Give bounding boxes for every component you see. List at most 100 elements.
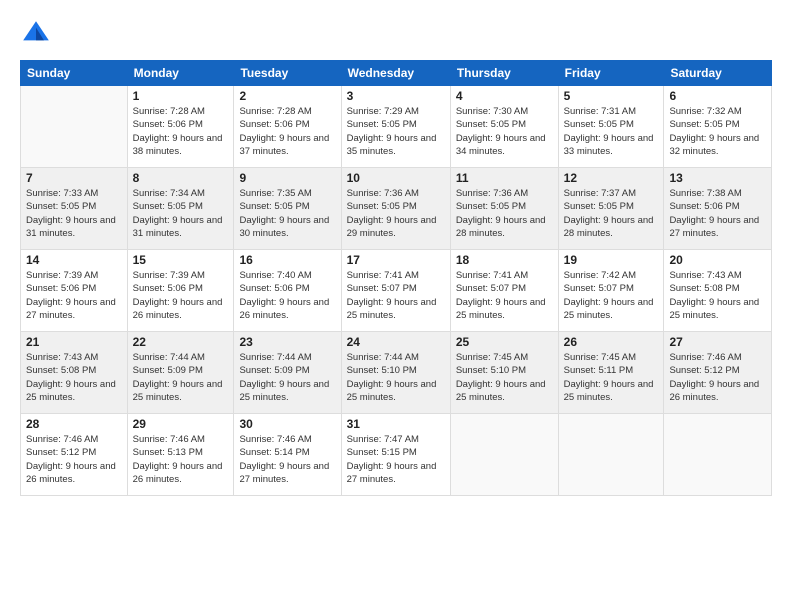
header	[20, 18, 772, 50]
day-number: 28	[26, 417, 122, 431]
day-info: Sunrise: 7:28 AMSunset: 5:06 PMDaylight:…	[239, 105, 335, 158]
calendar-day-cell: 20 Sunrise: 7:43 AMSunset: 5:08 PMDayligh…	[664, 250, 772, 332]
calendar-day-cell: 31 Sunrise: 7:47 AMSunset: 5:15 PMDayligh…	[341, 414, 450, 496]
day-info: Sunrise: 7:39 AMSunset: 5:06 PMDaylight:…	[26, 269, 122, 322]
calendar-day-cell: 18Sunrise: 7:41 AMSunset: 5:07 PMDayligh…	[450, 250, 558, 332]
calendar-day-cell	[664, 414, 772, 496]
day-number: 9	[239, 171, 335, 185]
day-number: 21	[26, 335, 122, 349]
day-info: Sunrise: 7:44 AMSunset: 5:09 PMDaylight:…	[239, 351, 335, 404]
calendar-day-cell: 9 Sunrise: 7:35 AMSunset: 5:05 PMDaylight…	[234, 168, 341, 250]
day-info: Sunrise: 7:42 AMSunset: 5:07 PMDaylight:…	[564, 269, 659, 322]
day-info: Sunrise: 7:43 AMSunset: 5:08 PMDaylight:…	[26, 351, 122, 404]
day-number: 4	[456, 89, 553, 103]
day-info: Sunrise: 7:44 AMSunset: 5:10 PMDaylight:…	[347, 351, 445, 404]
weekday-header-saturday: Saturday	[664, 61, 772, 86]
day-info: Sunrise: 7:35 AMSunset: 5:05 PMDaylight:…	[239, 187, 335, 240]
calendar-day-cell: 17 Sunrise: 7:41 AMSunset: 5:07 PMDayligh…	[341, 250, 450, 332]
calendar-day-cell: 5 Sunrise: 7:31 AMSunset: 5:05 PMDaylight…	[558, 86, 664, 168]
day-info: Sunrise: 7:47 AMSunset: 5:15 PMDaylight:…	[347, 433, 445, 486]
day-number: 20	[669, 253, 766, 267]
day-number: 29	[133, 417, 229, 431]
day-number: 23	[239, 335, 335, 349]
weekday-header-monday: Monday	[127, 61, 234, 86]
day-number: 2	[239, 89, 335, 103]
day-info: Sunrise: 7:36 AMSunset: 5:05 PMDaylight:…	[456, 187, 553, 240]
calendar-week-row: 21 Sunrise: 7:43 AMSunset: 5:08 PMDayligh…	[21, 332, 772, 414]
day-info: Sunrise: 7:28 AMSunset: 5:06 PMDaylight:…	[133, 105, 229, 158]
day-info: Sunrise: 7:36 AMSunset: 5:05 PMDaylight:…	[347, 187, 445, 240]
calendar-day-cell: 15Sunrise: 7:39 AMSunset: 5:06 PMDayligh…	[127, 250, 234, 332]
day-info: Sunrise: 7:45 AMSunset: 5:10 PMDaylight:…	[456, 351, 553, 404]
logo-icon	[20, 18, 52, 50]
day-number: 15	[133, 253, 229, 267]
day-info: Sunrise: 7:46 AMSunset: 5:12 PMDaylight:…	[669, 351, 766, 404]
calendar-day-cell: 29 Sunrise: 7:46 AMSunset: 5:13 PMDayligh…	[127, 414, 234, 496]
day-number: 16	[239, 253, 335, 267]
day-number: 7	[26, 171, 122, 185]
calendar-day-cell: 14 Sunrise: 7:39 AMSunset: 5:06 PMDayligh…	[21, 250, 128, 332]
calendar-table: SundayMondayTuesdayWednesdayThursdayFrid…	[20, 60, 772, 496]
day-info: Sunrise: 7:40 AMSunset: 5:06 PMDaylight:…	[239, 269, 335, 322]
calendar-day-cell: 23 Sunrise: 7:44 AMSunset: 5:09 PMDayligh…	[234, 332, 341, 414]
day-number: 25	[456, 335, 553, 349]
calendar-day-cell: 25 Sunrise: 7:45 AMSunset: 5:10 PMDayligh…	[450, 332, 558, 414]
calendar-day-cell: 13 Sunrise: 7:38 AMSunset: 5:06 PMDayligh…	[664, 168, 772, 250]
calendar-day-cell: 6 Sunrise: 7:32 AMSunset: 5:05 PMDaylight…	[664, 86, 772, 168]
day-number: 3	[347, 89, 445, 103]
day-info: Sunrise: 7:33 AMSunset: 5:05 PMDaylight:…	[26, 187, 122, 240]
calendar-day-cell: 2 Sunrise: 7:28 AMSunset: 5:06 PMDaylight…	[234, 86, 341, 168]
day-number: 14	[26, 253, 122, 267]
day-info: Sunrise: 7:45 AMSunset: 5:11 PMDaylight:…	[564, 351, 659, 404]
day-number: 8	[133, 171, 229, 185]
logo	[20, 18, 56, 50]
day-info: Sunrise: 7:46 AMSunset: 5:12 PMDaylight:…	[26, 433, 122, 486]
calendar-day-cell: 16 Sunrise: 7:40 AMSunset: 5:06 PMDayligh…	[234, 250, 341, 332]
weekday-header-sunday: Sunday	[21, 61, 128, 86]
day-number: 24	[347, 335, 445, 349]
day-info: Sunrise: 7:44 AMSunset: 5:09 PMDaylight:…	[133, 351, 229, 404]
calendar-header-row: SundayMondayTuesdayWednesdayThursdayFrid…	[21, 61, 772, 86]
day-number: 6	[669, 89, 766, 103]
calendar-week-row: 14 Sunrise: 7:39 AMSunset: 5:06 PMDayligh…	[21, 250, 772, 332]
day-number: 10	[347, 171, 445, 185]
day-info: Sunrise: 7:46 AMSunset: 5:13 PMDaylight:…	[133, 433, 229, 486]
page: SundayMondayTuesdayWednesdayThursdayFrid…	[0, 0, 792, 612]
calendar-day-cell: 21 Sunrise: 7:43 AMSunset: 5:08 PMDayligh…	[21, 332, 128, 414]
calendar-week-row: 1Sunrise: 7:28 AMSunset: 5:06 PMDaylight…	[21, 86, 772, 168]
calendar-day-cell	[21, 86, 128, 168]
day-info: Sunrise: 7:32 AMSunset: 5:05 PMDaylight:…	[669, 105, 766, 158]
calendar-day-cell	[558, 414, 664, 496]
day-number: 17	[347, 253, 445, 267]
day-info: Sunrise: 7:41 AMSunset: 5:07 PMDaylight:…	[456, 269, 553, 322]
day-info: Sunrise: 7:41 AMSunset: 5:07 PMDaylight:…	[347, 269, 445, 322]
day-number: 19	[564, 253, 659, 267]
day-number: 12	[564, 171, 659, 185]
calendar-day-cell: 1Sunrise: 7:28 AMSunset: 5:06 PMDaylight…	[127, 86, 234, 168]
calendar-day-cell: 4 Sunrise: 7:30 AMSunset: 5:05 PMDaylight…	[450, 86, 558, 168]
calendar-day-cell: 19 Sunrise: 7:42 AMSunset: 5:07 PMDayligh…	[558, 250, 664, 332]
calendar-day-cell: 27 Sunrise: 7:46 AMSunset: 5:12 PMDayligh…	[664, 332, 772, 414]
calendar-day-cell: 3Sunrise: 7:29 AMSunset: 5:05 PMDaylight…	[341, 86, 450, 168]
calendar-week-row: 7 Sunrise: 7:33 AMSunset: 5:05 PMDaylight…	[21, 168, 772, 250]
day-number: 30	[239, 417, 335, 431]
calendar-day-cell: 26 Sunrise: 7:45 AMSunset: 5:11 PMDayligh…	[558, 332, 664, 414]
calendar-day-cell: 24 Sunrise: 7:44 AMSunset: 5:10 PMDayligh…	[341, 332, 450, 414]
day-number: 31	[347, 417, 445, 431]
day-info: Sunrise: 7:30 AMSunset: 5:05 PMDaylight:…	[456, 105, 553, 158]
calendar-day-cell: 28 Sunrise: 7:46 AMSunset: 5:12 PMDayligh…	[21, 414, 128, 496]
day-number: 5	[564, 89, 659, 103]
day-info: Sunrise: 7:38 AMSunset: 5:06 PMDaylight:…	[669, 187, 766, 240]
weekday-header-thursday: Thursday	[450, 61, 558, 86]
day-number: 27	[669, 335, 766, 349]
day-info: Sunrise: 7:31 AMSunset: 5:05 PMDaylight:…	[564, 105, 659, 158]
day-number: 26	[564, 335, 659, 349]
calendar-day-cell: 12Sunrise: 7:37 AMSunset: 5:05 PMDayligh…	[558, 168, 664, 250]
day-number: 13	[669, 171, 766, 185]
day-info: Sunrise: 7:43 AMSunset: 5:08 PMDaylight:…	[669, 269, 766, 322]
calendar-day-cell: 11Sunrise: 7:36 AMSunset: 5:05 PMDayligh…	[450, 168, 558, 250]
calendar-day-cell: 8Sunrise: 7:34 AMSunset: 5:05 PMDaylight…	[127, 168, 234, 250]
calendar-week-row: 28 Sunrise: 7:46 AMSunset: 5:12 PMDayligh…	[21, 414, 772, 496]
calendar-day-cell: 7 Sunrise: 7:33 AMSunset: 5:05 PMDaylight…	[21, 168, 128, 250]
calendar-day-cell: 30Sunrise: 7:46 AMSunset: 5:14 PMDayligh…	[234, 414, 341, 496]
